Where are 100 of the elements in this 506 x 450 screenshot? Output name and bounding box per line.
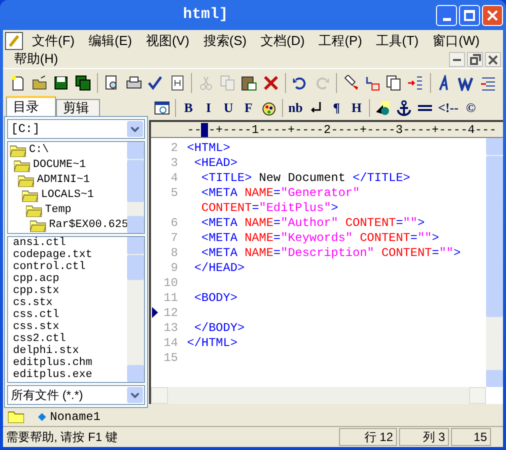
diamond-icon — [38, 413, 46, 421]
line-number: 12 — [162, 304, 178, 322]
folder-icon — [26, 204, 42, 216]
format-button[interactable]: <!-- — [437, 98, 460, 118]
file-item[interactable]: codepage.txt — [13, 249, 127, 261]
line-number: 7 — [170, 230, 178, 246]
file-filter-dropdown[interactable]: 所有文件 (*.*) — [7, 385, 145, 405]
menu-item[interactable]: 工具(T) — [371, 32, 424, 50]
horizontal-scrollbar[interactable] — [151, 387, 486, 404]
code-line: <HEAD> — [193, 154, 238, 172]
menu-item[interactable]: 帮助(H) — [9, 50, 64, 68]
drive-dropdown[interactable]: [C:] — [7, 119, 145, 139]
folder-icon — [22, 190, 38, 202]
menu-item[interactable]: 文件(F) — [27, 32, 80, 50]
sidebar-tab[interactable]: 剪辑 — [56, 99, 100, 116]
file-item[interactable]: delphi.stx — [13, 345, 127, 357]
window-title: html] — [183, 4, 228, 25]
code-line: <BODY> — [193, 290, 238, 306]
menu-item[interactable]: 搜索(S) — [198, 32, 252, 50]
menu-item[interactable]: 工程(P) — [314, 32, 368, 50]
line-indicator: 行 12 — [339, 428, 397, 446]
folder-name[interactable]: Temp — [45, 202, 72, 219]
sidebar-tab[interactable]: 目录 — [6, 96, 56, 116]
file-item[interactable]: css.stx — [13, 321, 127, 333]
status-message: 需要帮助, 请按 F1 键 — [5, 429, 118, 446]
format-button[interactable]: I — [200, 98, 217, 118]
folder-icon — [18, 174, 34, 186]
format-button[interactable]: F — [240, 98, 257, 118]
vertical-scrollbar[interactable] — [127, 237, 144, 382]
document-tab[interactable]: Noname1 — [34, 408, 104, 426]
file-item[interactable]: cpp.stx — [13, 285, 127, 297]
close-button[interactable] — [482, 4, 503, 26]
code-line: </BODY> — [193, 320, 245, 336]
line-number: 11 — [162, 290, 178, 306]
file-item[interactable]: control.ctl — [13, 261, 127, 273]
line-number: 9 — [170, 260, 178, 276]
vertical-scrollbar[interactable] — [486, 138, 503, 387]
close-icon — [487, 10, 498, 20]
format-button[interactable]: nb — [287, 98, 304, 118]
image-icon[interactable] — [374, 98, 392, 118]
restore-icon — [470, 54, 480, 65]
close-icon — [488, 54, 498, 64]
folder-name[interactable]: DOCUME~1 — [33, 157, 86, 174]
maximize-button[interactable] — [459, 4, 480, 26]
minimize-icon — [442, 18, 450, 20]
ruler: -- -+----1----+----2----+----3----+----4--- — [151, 122, 503, 138]
format-button[interactable]: H — [348, 98, 365, 118]
format-button[interactable]: © — [462, 98, 480, 118]
code-line: <HTML> — [187, 140, 230, 156]
folder-name[interactable]: C:\ — [29, 142, 49, 159]
format-button[interactable]: ¶ — [328, 98, 345, 118]
line-number: 4 — [170, 170, 178, 186]
line-number: 3 — [170, 154, 178, 172]
code-line: <TITLE> New Document </TITLE> — [200, 170, 410, 186]
document-close-button[interactable] — [485, 52, 501, 67]
code-line: <META NAME="Author" CONTENT=""> — [200, 214, 425, 232]
menu-item[interactable]: 视图(V) — [140, 32, 194, 50]
line-number: 2 — [170, 140, 178, 156]
menu-item[interactable]: 编辑(E) — [84, 32, 137, 50]
line-count: 15 — [451, 428, 491, 446]
minimize-button[interactable] — [436, 4, 457, 26]
line-number: 15 — [162, 350, 178, 366]
anchor-icon[interactable] — [395, 98, 413, 118]
line-number: 5 — [170, 184, 178, 202]
file-item[interactable]: ansi.ctl — [13, 237, 127, 249]
ruler-cursor — [201, 122, 208, 136]
app-icon[interactable] — [5, 32, 23, 50]
vertical-scrollbar[interactable] — [127, 142, 144, 233]
line-number: 8 — [170, 244, 178, 262]
code-line: <META NAME="Generator" — [200, 184, 360, 202]
folder-icon — [8, 411, 24, 423]
minimize-icon — [453, 58, 461, 60]
folder-icon — [10, 144, 26, 156]
menu-item[interactable]: 窗口(W) — [428, 32, 485, 50]
file-item[interactable]: editplus.exe — [13, 369, 127, 381]
code-line: </HTML> — [187, 334, 238, 352]
line-number: 10 — [162, 274, 178, 292]
file-item[interactable]: css.ctl — [13, 309, 127, 321]
folder-name[interactable]: LOCALS~1 — [41, 187, 94, 204]
code-line: <META NAME="Keywords" CONTENT=""> — [200, 230, 440, 246]
folder-name[interactable]: ADMINI~1 — [37, 172, 90, 189]
column-indicator: 列 3 — [399, 428, 449, 446]
line-number: 13 — [162, 320, 178, 336]
document-minimize-button[interactable] — [449, 52, 465, 67]
file-item[interactable]: editplus.chm — [13, 357, 127, 369]
document-restore-button[interactable] — [467, 52, 483, 67]
folder-icon — [14, 160, 30, 172]
file-item[interactable]: css2.ctl — [13, 333, 127, 345]
file-item[interactable]: cpp.acp — [13, 273, 127, 285]
code-line: CONTENT="EditPlus"> — [200, 200, 338, 216]
menu-item[interactable]: 文档(D) — [256, 32, 310, 50]
line-number: 6 — [170, 214, 178, 232]
maximize-icon — [464, 10, 475, 20]
folder-icon — [30, 220, 46, 232]
code-line: </HEAD> — [193, 260, 245, 276]
file-item[interactable]: cs.stx — [13, 297, 127, 309]
code-line: <META NAME="Description" CONTENT=""> — [200, 244, 461, 262]
line-number: 14 — [162, 334, 178, 352]
format-button[interactable]: B — [180, 98, 197, 118]
format-button[interactable]: U — [220, 98, 237, 118]
